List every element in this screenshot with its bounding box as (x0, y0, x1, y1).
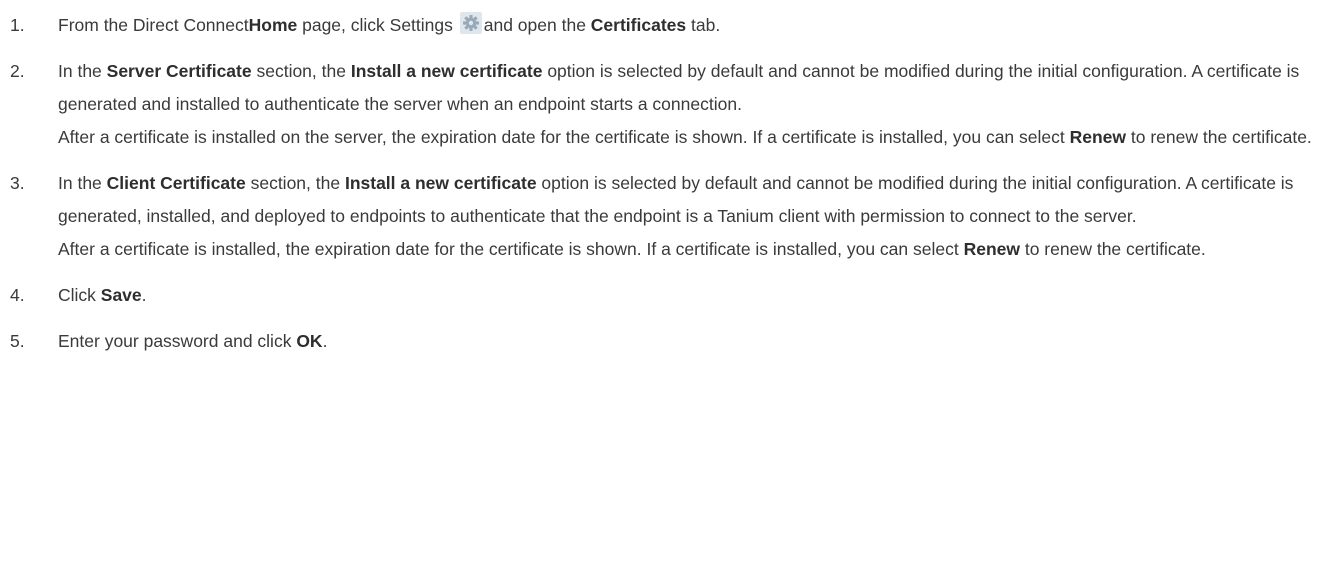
certificates-label: Certificates (590, 15, 687, 35)
step-2: 2. In the Server Certificate section, th… (0, 55, 1339, 154)
text-fragment: section, the (251, 61, 351, 81)
step-text: Enter your password and click OK. (58, 325, 1329, 358)
renew-label: Renew (963, 239, 1020, 259)
step-text: In the Server Certificate section, the I… (58, 55, 1329, 121)
text-fragment: to renew the certificate. (1126, 127, 1312, 147)
step-3: 3. In the Client Certificate section, th… (0, 167, 1339, 266)
text-fragment: After a certificate is installed on the … (58, 127, 1070, 147)
text-fragment: page, click Settings (297, 15, 458, 35)
step-number: 3. (10, 173, 25, 193)
ok-label: OK (296, 331, 323, 351)
text-fragment: . (322, 331, 328, 351)
text-fragment: Click (58, 285, 101, 305)
text-fragment: In the (58, 173, 107, 193)
step-note: After a certificate is installed on the … (58, 121, 1329, 154)
step-number: 1. (10, 15, 25, 35)
text-fragment: From the Direct Connect (58, 15, 249, 35)
gear-icon (459, 12, 482, 34)
save-label: Save (100, 285, 142, 305)
text-fragment: Enter your password and click (58, 331, 297, 351)
text-fragment: . (141, 285, 147, 305)
text-fragment: and open the (483, 15, 591, 35)
install-new-certificate-label: Install a new certificate (344, 173, 537, 193)
step-4: 4. Click Save. (0, 279, 1339, 312)
step-text: From the Direct ConnectHome page, click … (58, 9, 1329, 42)
step-1: 1. From the Direct ConnectHome page, cli… (0, 9, 1339, 42)
step-number: 4. (10, 285, 25, 305)
install-new-certificate-label: Install a new certificate (350, 61, 543, 81)
step-number: 2. (10, 61, 25, 81)
home-label: Home (248, 15, 298, 35)
text-fragment: After a certificate is installed, the ex… (58, 239, 964, 259)
client-certificate-label: Client Certificate (106, 173, 246, 193)
text-fragment: tab. (686, 15, 721, 35)
step-5: 5. Enter your password and click OK. (0, 325, 1339, 358)
server-certificate-label: Server Certificate (106, 61, 252, 81)
renew-label: Renew (1069, 127, 1127, 147)
step-text: In the Client Certificate section, the I… (58, 167, 1329, 233)
step-number: 5. (10, 331, 25, 351)
text-fragment: to renew the certificate. (1019, 239, 1206, 259)
text-fragment: In the (58, 61, 107, 81)
text-fragment: section, the (245, 173, 345, 193)
step-note: After a certificate is installed, the ex… (58, 233, 1329, 266)
step-text: Click Save. (58, 279, 1329, 312)
procedure-steps: 1. From the Direct ConnectHome page, cli… (0, 9, 1339, 358)
